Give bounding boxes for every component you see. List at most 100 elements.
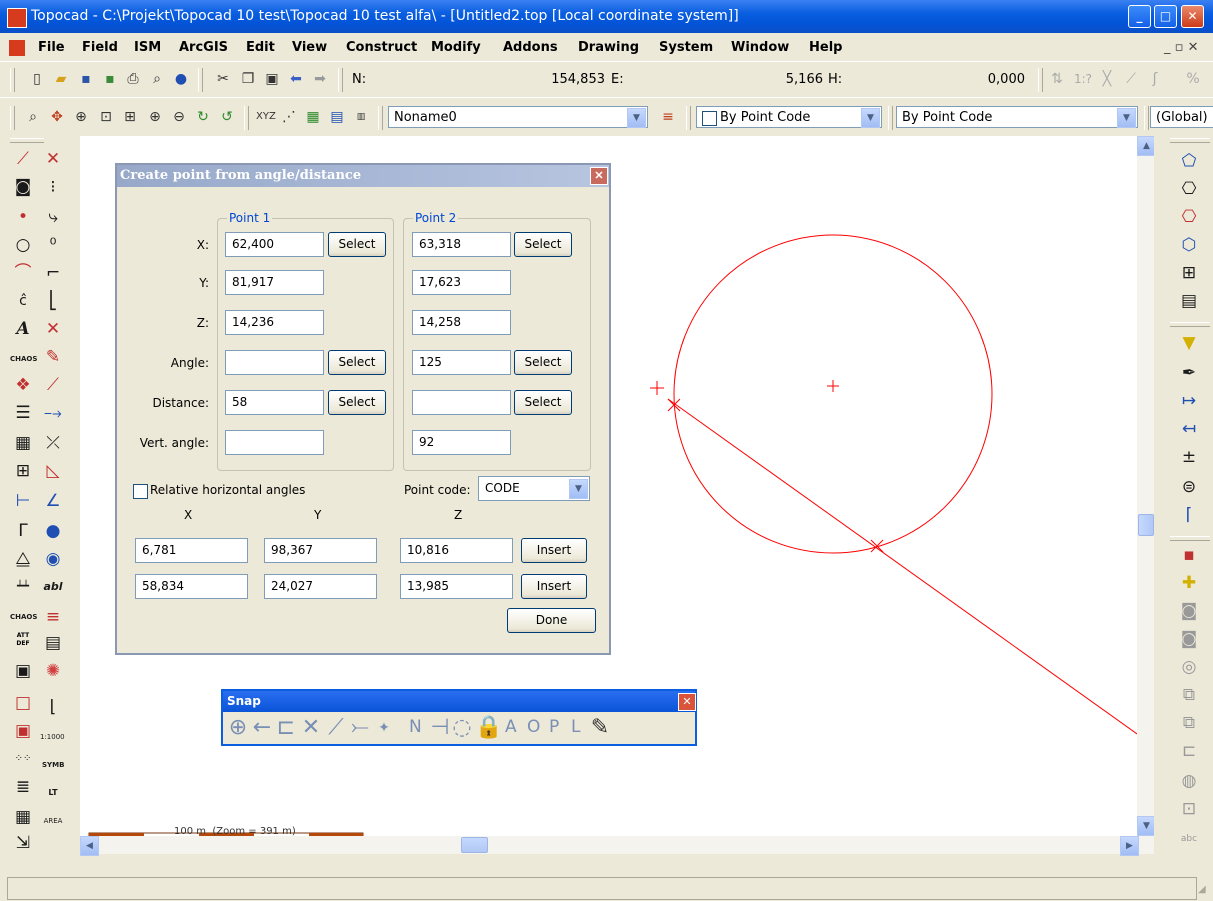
zoom-extents-icon[interactable]: ⊞ [121,108,139,126]
blocks-tool-icon[interactable]: ▦ [12,806,34,828]
snap-close-button[interactable]: ✕ [678,693,696,711]
chevron-down-icon[interactable]: ▼ [1117,108,1136,128]
disabled-tool-icon[interactable]: ◎ [1178,656,1200,678]
snap-point-icon[interactable]: ✦ [373,715,395,741]
help-icon[interactable]: ● [172,70,190,88]
snap-lock-icon[interactable]: 🔒 [475,715,502,741]
palette-grip[interactable] [10,138,44,143]
menu-addons[interactable]: Addons [503,40,558,55]
disabled-tool-icon[interactable]: ⊏ [1178,740,1200,762]
code-icon[interactable]: ⋰ [280,108,298,126]
print-preview-icon[interactable]: ⌕ [148,70,166,88]
snap-midpoint-icon[interactable]: ⊏ [275,715,297,741]
point-add-icon[interactable]: ▪ [1178,544,1200,566]
zoom-in-icon[interactable]: ⊕ [72,108,90,126]
snap-nearest-icon[interactable]: ⟋ [325,715,347,741]
point2-angle-input[interactable]: 125 [412,350,511,375]
corner-snap-icon[interactable]: ⌐ [42,262,64,284]
vertical-scrollbar[interactable]: ▲ ▼ [1137,136,1156,836]
snap-quadrant-icon[interactable]: ◌ [451,715,473,741]
point2-distance-input[interactable] [412,390,511,415]
point2-angle-select-button[interactable]: Select [514,350,572,375]
toolbar-grip[interactable] [10,68,15,92]
arc-tool-icon[interactable]: ⌒ [12,262,34,284]
point-tool-icon[interactable]: • [12,206,34,228]
station-icon[interactable]: ⊜ [1178,476,1200,498]
layer-edit-icon[interactable]: ≡ [42,606,64,628]
relative-angles-label[interactable]: Relative horizontal angles [150,483,305,497]
point2-x-input[interactable]: 63,318 [412,232,511,257]
toolbar-grip[interactable] [10,106,15,130]
print-icon[interactable]: ⎙ [124,70,142,88]
resize-grip-icon[interactable]: ◢ [1198,884,1210,896]
add-icon[interactable]: ✚ [1178,572,1200,594]
cut-icon[interactable]: ✂ [214,70,232,88]
disabled-tool-icon[interactable]: abc [1178,828,1200,850]
document-icon[interactable] [9,40,25,56]
point2-y-input[interactable]: 17,623 [412,270,511,295]
snap-letter-p[interactable]: P [549,717,559,737]
symbol-tool-icon[interactable]: ❖ [12,374,34,396]
chaos-icon[interactable]: CHAOS [10,348,37,370]
point1-y-input[interactable]: 81,917 [225,270,324,295]
point2-vert-angle-input[interactable]: 92 [412,430,511,455]
layer-manager-icon[interactable]: ▤ [1178,290,1200,312]
palette-grip[interactable] [1170,536,1210,541]
menu-file[interactable]: File [38,40,65,55]
drawn-line[interactable] [667,398,1154,747]
line-tool-icon[interactable]: ⟋ [12,148,34,170]
point1-vert-angle-input[interactable] [225,430,324,455]
att-def-icon[interactable]: ATT DEF [12,632,34,648]
zoom-search-icon[interactable]: ⌕ [24,108,42,126]
paste-icon[interactable]: ▣ [263,70,281,88]
chevron-down-icon[interactable]: ▼ [569,479,588,499]
next-point-icon[interactable]: ↦ [1178,390,1200,412]
chevron-down-icon[interactable]: ▼ [861,108,880,128]
save-as-icon[interactable]: ▪ [101,70,119,88]
done-button[interactable]: Done [507,608,596,633]
triangle-tool-icon[interactable]: ◺ [42,460,64,482]
scroll-left-icon[interactable]: ◀ [80,836,99,856]
menu-edit[interactable]: Edit [246,40,275,55]
disabled-tool-icon[interactable]: ◙ [1178,600,1200,622]
list-tool-icon[interactable]: ☰ [12,402,34,424]
dimension-icon[interactable]: ⊢ [12,490,34,512]
area-tool-icon[interactable]: AREA [42,810,64,832]
pen-tool-icon[interactable]: ✒ [1178,362,1200,384]
copy-icon[interactable]: ❐ [239,70,257,88]
snap-tangent-icon[interactable]: ⊣ [429,715,451,741]
mdi-controls[interactable]: _ ▫ ✕ [1164,40,1198,55]
result1-insert-button[interactable]: Insert [521,538,587,563]
menu-window[interactable]: Window [731,40,789,55]
drawn-circle[interactable] [673,234,993,554]
scale-icon[interactable]: 1:1000 [40,726,65,748]
disabled-tool-icon[interactable]: ⧉ [1178,712,1200,734]
palette-grip[interactable] [1170,322,1210,327]
delete-tool-icon[interactable]: ✕ [42,148,64,170]
chaos-plus-icon[interactable]: CHAOS [10,606,37,628]
snap-letter-o[interactable]: O [527,717,540,737]
menu-arcgis[interactable]: ArcGIS [179,40,228,55]
text-edit-icon[interactable]: abl [42,576,64,598]
undo-icon[interactable]: ⬅ [287,70,305,88]
flashlight-icon[interactable]: ▼ [1178,332,1200,354]
route-icon[interactable]: ⬠ [1178,150,1200,172]
disabled-tool-icon[interactable]: ⊡ [1178,798,1200,820]
snap-intersection-icon[interactable]: ✕ [299,715,323,741]
offset-tool-icon[interactable]: ⤷ [42,206,64,228]
horizontal-scrollbar[interactable]: ◀ ▶ [80,836,1154,856]
result1-z[interactable]: 10,816 [400,538,513,563]
grid-dots-icon[interactable]: ⁘⁘ [12,748,34,770]
result2-insert-button[interactable]: Insert [521,574,587,599]
pan-icon[interactable]: ✥ [48,108,66,126]
zoom-plus-icon[interactable]: ⊕ [146,108,164,126]
color-wheel-icon[interactable]: ✺ [42,660,64,682]
plus-minus-icon[interactable]: ± [1178,446,1200,468]
node-tool-icon[interactable]: ⊞ [12,460,34,482]
rectangle-tool-icon[interactable]: □ [12,692,34,714]
menu-construct[interactable]: Construct [346,40,417,55]
line-icon[interactable]: ⟋ [1122,70,1140,88]
sort-icon[interactable]: ⇅ [1048,70,1066,88]
color-select[interactable]: By Point Code ▼ [696,106,882,128]
point-info-icon[interactable]: ● [42,520,64,542]
